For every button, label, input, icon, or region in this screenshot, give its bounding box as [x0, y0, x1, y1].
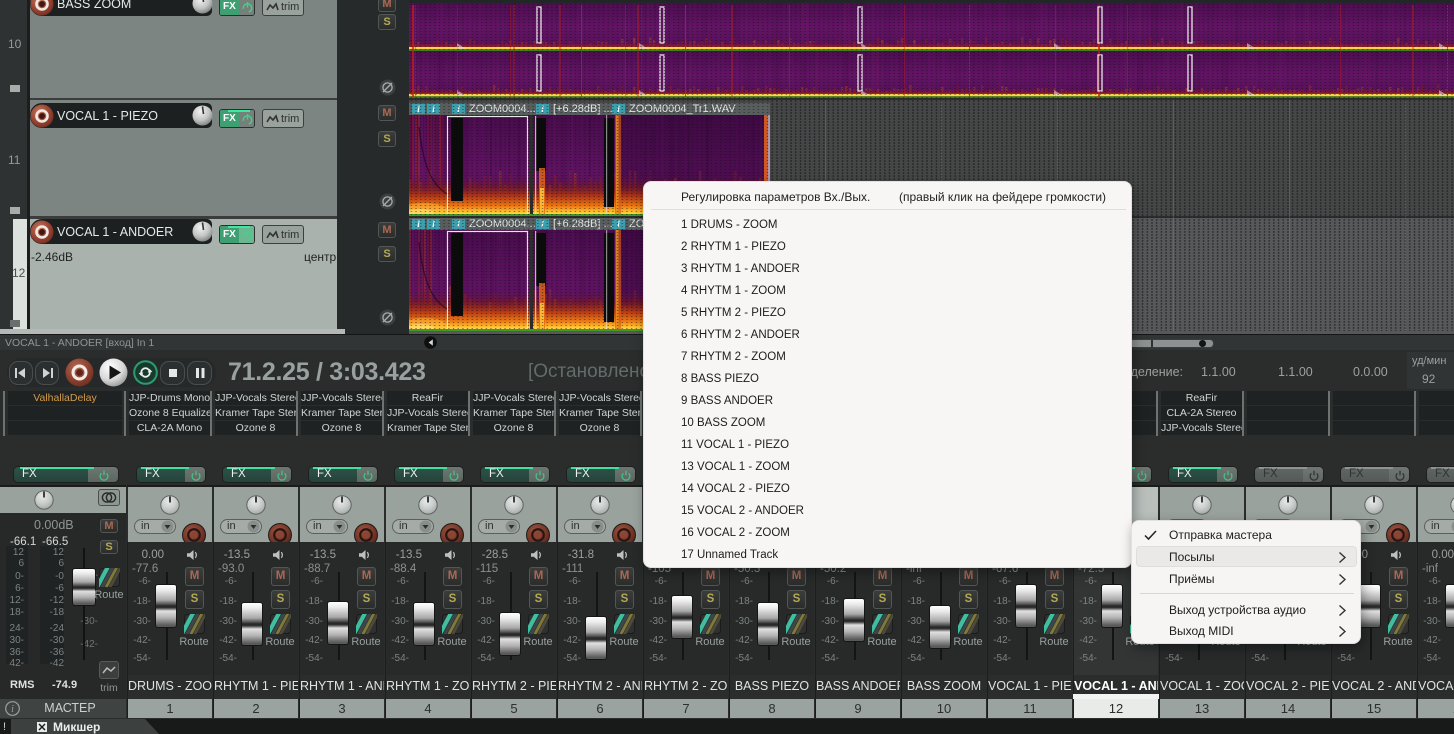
svg-text:i: i: [11, 704, 14, 715]
